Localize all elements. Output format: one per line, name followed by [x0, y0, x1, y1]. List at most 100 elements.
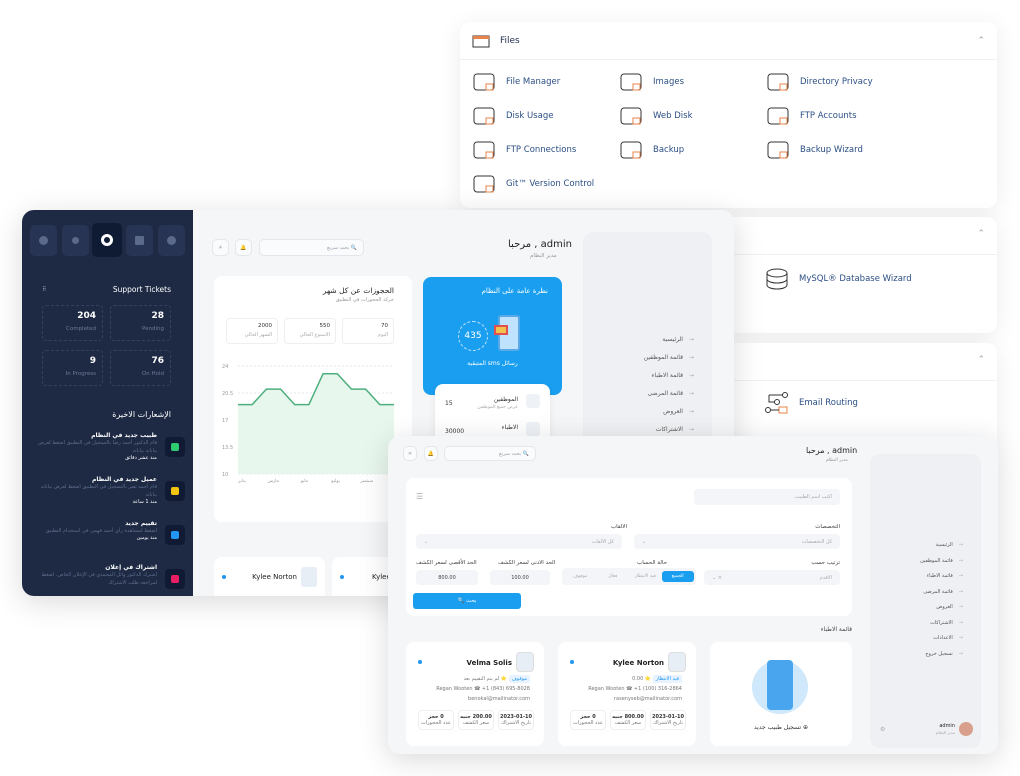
titles-select[interactable]: كل الالقاب ⌄ [416, 534, 622, 549]
folder-icon [472, 35, 490, 47]
email-routing-link[interactable]: Email Routing [765, 391, 858, 415]
arrow-icon: → [688, 336, 694, 343]
email-routing-icon [765, 392, 788, 414]
add-doctor-label: ⊕ تسجيل طبيب جديد [754, 724, 808, 731]
y-tick-label: 20.5 [222, 391, 233, 397]
settings-icon[interactable]: ⚙ [880, 726, 885, 733]
quick-search-input[interactable]: بحث سريع 🔍 [259, 239, 364, 256]
greeting: مرحبا , admin [806, 446, 858, 455]
ticket-in-progress: 9 In Progress [42, 350, 103, 386]
file-manager-link[interactable]: File Manager [472, 70, 560, 94]
notification-item[interactable]: تقييم جديد اضغط لمشاهدة رأي أحمد فهمي في … [35, 520, 185, 545]
nav-item[interactable]: →قائمة الموظفين [920, 558, 963, 564]
database-icon [766, 268, 788, 290]
tab-stats[interactable] [92, 223, 122, 257]
arrow-icon: → [688, 372, 694, 379]
sms-label: رسائل sms المتبقية [467, 360, 518, 367]
ftp-accounts-link[interactable]: FTP Accounts [766, 104, 857, 128]
files-panel-header[interactable]: Files ⌃ [460, 22, 997, 60]
employees-icon [526, 394, 540, 408]
files-panel: Files ⌃ File Manager Images Directory Priv… [460, 22, 997, 208]
notification-icon [165, 437, 185, 457]
filters-toggle-icon[interactable]: ☰ [416, 492, 423, 501]
status-option[interactable]: فعال [597, 571, 630, 582]
arrow-icon: → [958, 573, 963, 579]
employees-count: 15 [445, 400, 453, 407]
status-option[interactable]: قيد الانتظار [629, 571, 662, 582]
specialties-select[interactable]: كل التخصصات ⌄ [634, 534, 840, 549]
notification-item[interactable]: اشتراك في إعلان اشترك الدكتور وائل المحمد… [35, 564, 185, 589]
nav-item[interactable]: →قائمة المرضى [648, 390, 694, 397]
doctor-card[interactable]: Kylee Norton قيد الانتظار ⭐ 0.00 Regan Woo… [558, 642, 696, 746]
doctor-card[interactable]: Kylee Norton [214, 557, 325, 596]
nav-item[interactable]: →الاعدادات [933, 635, 963, 641]
notification-item[interactable]: طبيب جديد في النظام قام الدكتور أحمد رضا … [35, 432, 185, 461]
databases-panel: ⌃ MySQL® Database Wizard [733, 217, 997, 333]
theme-toggle-button[interactable]: ☀ [403, 446, 417, 461]
backup-wizard-link[interactable]: Backup Wizard [766, 138, 863, 162]
add-doctor-card[interactable]: ⊕ تسجيل طبيب جديد [710, 642, 852, 746]
dark-sidebar: ⠿ Support Tickets 204 Completed 28 Pending… [22, 210, 193, 596]
files-title: Files [500, 35, 520, 46]
git-link[interactable]: Git™ Version Control [472, 172, 594, 196]
drag-handle-icon[interactable]: ⠿ [42, 286, 46, 293]
nav-item[interactable]: →الاشتراكات [930, 620, 963, 626]
notification-item[interactable]: عميل جديد في النظام قام أحمد نصر بالتسجيل… [35, 476, 185, 505]
nav-item[interactable]: →الرئيسية [936, 542, 963, 548]
min-price-input[interactable]: 100.00 [490, 570, 550, 585]
collapse-chevron-icon[interactable]: ⌃ [977, 36, 985, 46]
nav-item[interactable]: →العروض [663, 408, 694, 415]
arrow-icon: → [958, 542, 963, 548]
notifications-button[interactable]: 🔔 [235, 239, 252, 256]
ticket-completed: 204 Completed [42, 305, 103, 341]
tab-chat[interactable] [30, 225, 57, 256]
nav-item[interactable]: →الاشتراكات [656, 426, 694, 433]
doctors-icon [526, 422, 540, 436]
max-price-input[interactable]: 800.00 [416, 570, 478, 585]
file-manager-icon [473, 73, 495, 91]
disk-usage-link[interactable]: Disk Usage [472, 104, 553, 128]
notification-icon [165, 481, 185, 501]
notifications-title: الإشعارات الاخيرة [112, 410, 171, 419]
sort-select[interactable]: الاقدم × ⌄ [704, 570, 840, 585]
y-tick-label: 17 [222, 418, 228, 424]
tab-share[interactable] [158, 225, 185, 256]
doctor-card[interactable]: Velma Solis موقوف ⭐ لم يتم التقييم بعد Reg… [406, 642, 544, 746]
nav-item[interactable]: →قائمة الموظفين [644, 354, 694, 361]
nav-item[interactable]: →قائمة الاطباء [652, 372, 694, 379]
nav-item[interactable]: →الرئيسية [662, 336, 694, 343]
nav-item[interactable]: →قائمة المرضى [923, 589, 963, 595]
backup-link[interactable]: Backup [619, 138, 684, 162]
nav-item[interactable]: →تسجيل خروج [925, 651, 963, 657]
arrow-icon: → [958, 557, 963, 564]
nav-item[interactable]: →قائمة الاطباء [927, 573, 963, 579]
ftp-connections-icon [473, 141, 495, 159]
overview-list: الموظفين عرض جميع الموظفين 15 الاطباء 30… [435, 384, 550, 444]
email-panel: ⌃ Email Routing [733, 343, 997, 443]
search-button[interactable]: 🔍 بحث [413, 593, 521, 609]
doctors-page-window: ☀ 🔔 بحث سريع 🔍 مرحبا , admin مدير النظام… [388, 436, 998, 754]
status-option[interactable]: موقوف [564, 571, 597, 582]
disk-usage-icon [473, 107, 495, 125]
notifications-button[interactable]: 🔔 [424, 446, 438, 461]
web-disk-link[interactable]: Web Disk [619, 104, 693, 128]
bookings-line-chart: 1013.51720.524ينايرمارسمايويوليوسبتمبرنو… [222, 364, 404, 484]
directory-privacy-link[interactable]: Directory Privacy [766, 70, 873, 94]
doctors-list-title: قائمة الاطباء [820, 626, 852, 633]
arrow-icon: → [958, 604, 963, 610]
ftp-connections-link[interactable]: FTP Connections [472, 138, 576, 162]
nav-item[interactable]: →العروض [936, 604, 963, 610]
status-segmented[interactable]: الجميع قيد الانتظار فعال موقوف [562, 568, 696, 585]
quick-search-input[interactable]: بحث سريع 🔍 [444, 446, 536, 461]
status-option[interactable]: الجميع [661, 571, 694, 582]
tab-settings[interactable] [62, 225, 89, 256]
theme-toggle-button[interactable]: ☀ [212, 239, 229, 256]
mysql-wizard-link[interactable]: MySQL® Database Wizard [765, 267, 912, 291]
arrow-icon: → [688, 354, 694, 361]
tab-calendar[interactable] [126, 225, 153, 256]
collapse-chevron-icon[interactable]: ⌃ [977, 229, 985, 239]
images-link[interactable]: Images [619, 70, 684, 94]
doctor-name-search[interactable]: اكتب اسم الطبيب [694, 489, 840, 505]
collapse-chevron-icon[interactable]: ⌃ [977, 355, 985, 365]
x-tick-label: مايو [300, 479, 309, 484]
